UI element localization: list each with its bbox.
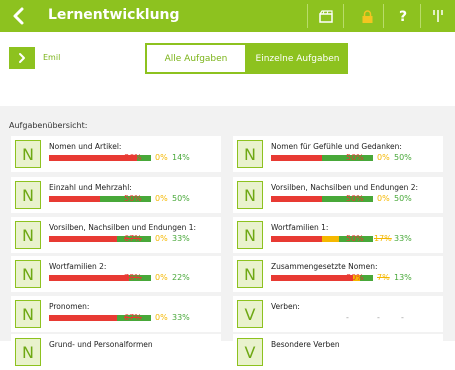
back-arrow-icon[interactable] (9, 6, 29, 26)
percent-partial: 0% (377, 194, 390, 203)
percent-correct: 50% (394, 153, 412, 162)
percent-correct: 33% (172, 313, 190, 322)
task-card[interactable]: N Vorsilben, Nachsilben und Endungen 2: 50… (233, 177, 443, 213)
percent-correct: 13% (394, 273, 412, 282)
progress-bar-partial (322, 236, 340, 242)
task-name: Vorsilben, Nachsilben und Endungen 2: (271, 183, 419, 192)
percent-correct: 33% (172, 234, 190, 243)
percent-correct: 50% (172, 194, 190, 203)
task-name: Nomen für Gefühle und Gedanken: (271, 142, 402, 151)
task-name: Nomen und Artikel: (49, 142, 122, 151)
task-type-badge: N (237, 140, 263, 168)
user-name[interactable]: Emil (43, 53, 60, 62)
percent-correct: 22% (172, 273, 190, 282)
task-card[interactable]: N Grund- und Personalformen (11, 334, 221, 370)
progress-bar-wrong (271, 155, 322, 161)
percent-wrong: 50% (346, 234, 364, 243)
task-type-badge: N (15, 260, 41, 288)
task-name: Vorsilben, Nachsilben und Endungen 1: (49, 223, 197, 232)
overview-label: Aufgabenübersicht: (9, 121, 88, 130)
task-type-badge: N (237, 260, 263, 288)
task-type-badge: N (15, 338, 41, 366)
percent-correct: 14% (172, 153, 190, 162)
progress-bar-wrong (49, 275, 129, 281)
percent-wrong: - (346, 313, 349, 322)
task-card[interactable]: V Besondere Verben (233, 334, 443, 370)
help-icon[interactable]: ? (389, 0, 417, 32)
progress-bar-wrong (271, 196, 322, 202)
task-type-badge: N (15, 300, 41, 328)
progress-bar (271, 315, 373, 321)
task-type-badge: N (237, 181, 263, 209)
task-name: Pronomen: (49, 302, 90, 311)
percent-partial: 0% (155, 194, 168, 203)
percent-wrong: 67% (124, 313, 142, 322)
task-type-badge: N (237, 221, 263, 249)
task-card[interactable]: N Zusammengesetzte Nomen: 80% 7% 13% (233, 256, 443, 292)
percent-partial: 17% (374, 234, 392, 243)
task-card[interactable]: N Pronomen: 67% 0% 33% (11, 296, 221, 332)
task-type-badge: N (15, 181, 41, 209)
percent-partial: 7% (377, 273, 390, 282)
percent-wrong: 86% (124, 153, 142, 162)
percent-correct: 33% (394, 234, 412, 243)
task-card[interactable]: N Wortfamilien 2: 78% 0% 22% (11, 256, 221, 292)
percent-wrong: 50% (124, 194, 142, 203)
svg-text:?: ? (399, 9, 407, 23)
percent-wrong: 50% (346, 153, 364, 162)
user-select-button[interactable] (9, 47, 35, 69)
task-card[interactable]: N Vorsilben, Nachsilben und Endungen 1: 67… (11, 217, 221, 253)
task-card[interactable]: N Nomen und Artikel: 86% 0% 14% (11, 136, 221, 172)
task-name: Wortfamilien 1: (271, 223, 329, 232)
task-name: Verben: (271, 302, 300, 311)
task-name: Grund- und Personalformen (49, 340, 153, 349)
task-type-badge: V (237, 338, 263, 366)
percent-partial: 0% (155, 273, 168, 282)
progress-bar-wrong (49, 315, 118, 321)
page-title: Lernentwicklung (48, 7, 180, 23)
clapperboard-icon[interactable] (312, 0, 340, 32)
toolbar-separator (307, 4, 308, 28)
task-card[interactable]: N Nomen für Gefühle und Gedanken: 50% 0% 50% (233, 136, 443, 172)
percent-partial: 0% (377, 153, 390, 162)
task-name: Zusammengesetzte Nomen: (271, 262, 378, 271)
toolbar-separator (343, 4, 344, 28)
lock-icon[interactable] (353, 0, 381, 32)
task-name: Einzahl und Mehrzahl: (49, 183, 132, 192)
progress-bar-wrong (49, 236, 118, 242)
task-card[interactable]: V Verben: - - - (233, 296, 443, 332)
settings-icon[interactable] (424, 0, 452, 32)
task-card[interactable]: N Wortfamilien 1: 50% 17% 33% (233, 217, 443, 253)
percent-wrong: 80% (346, 273, 364, 282)
percent-correct: 50% (394, 194, 412, 203)
task-card[interactable]: N Einzahl und Mehrzahl: 50% 0% 50% (11, 177, 221, 213)
progress-bar-wrong (271, 236, 322, 242)
progress-bar-wrong (271, 275, 353, 281)
percent-partial: 0% (155, 153, 168, 162)
percent-correct: - (401, 313, 404, 322)
percent-wrong: 78% (124, 273, 142, 282)
percent-partial: - (377, 313, 380, 322)
task-name: Besondere Verben (271, 340, 340, 349)
percent-partial: 0% (155, 313, 168, 322)
task-type-badge: N (15, 221, 41, 249)
toolbar-separator (383, 4, 384, 28)
percent-wrong: 67% (124, 234, 142, 243)
percent-wrong: 50% (346, 194, 364, 203)
percent-partial: 0% (155, 234, 168, 243)
task-type-badge: V (237, 300, 263, 328)
tab-single-tasks[interactable]: Einzelne Aufgaben (247, 43, 348, 74)
tab-all-tasks[interactable]: Alle Aufgaben (145, 43, 247, 74)
task-type-badge: N (15, 140, 41, 168)
top-bar: Lernentwicklung ? (0, 0, 455, 32)
toolbar-separator (420, 4, 421, 28)
progress-bar-wrong (49, 196, 100, 202)
chevron-right-icon (19, 53, 25, 63)
task-name: Wortfamilien 2: (49, 262, 107, 271)
